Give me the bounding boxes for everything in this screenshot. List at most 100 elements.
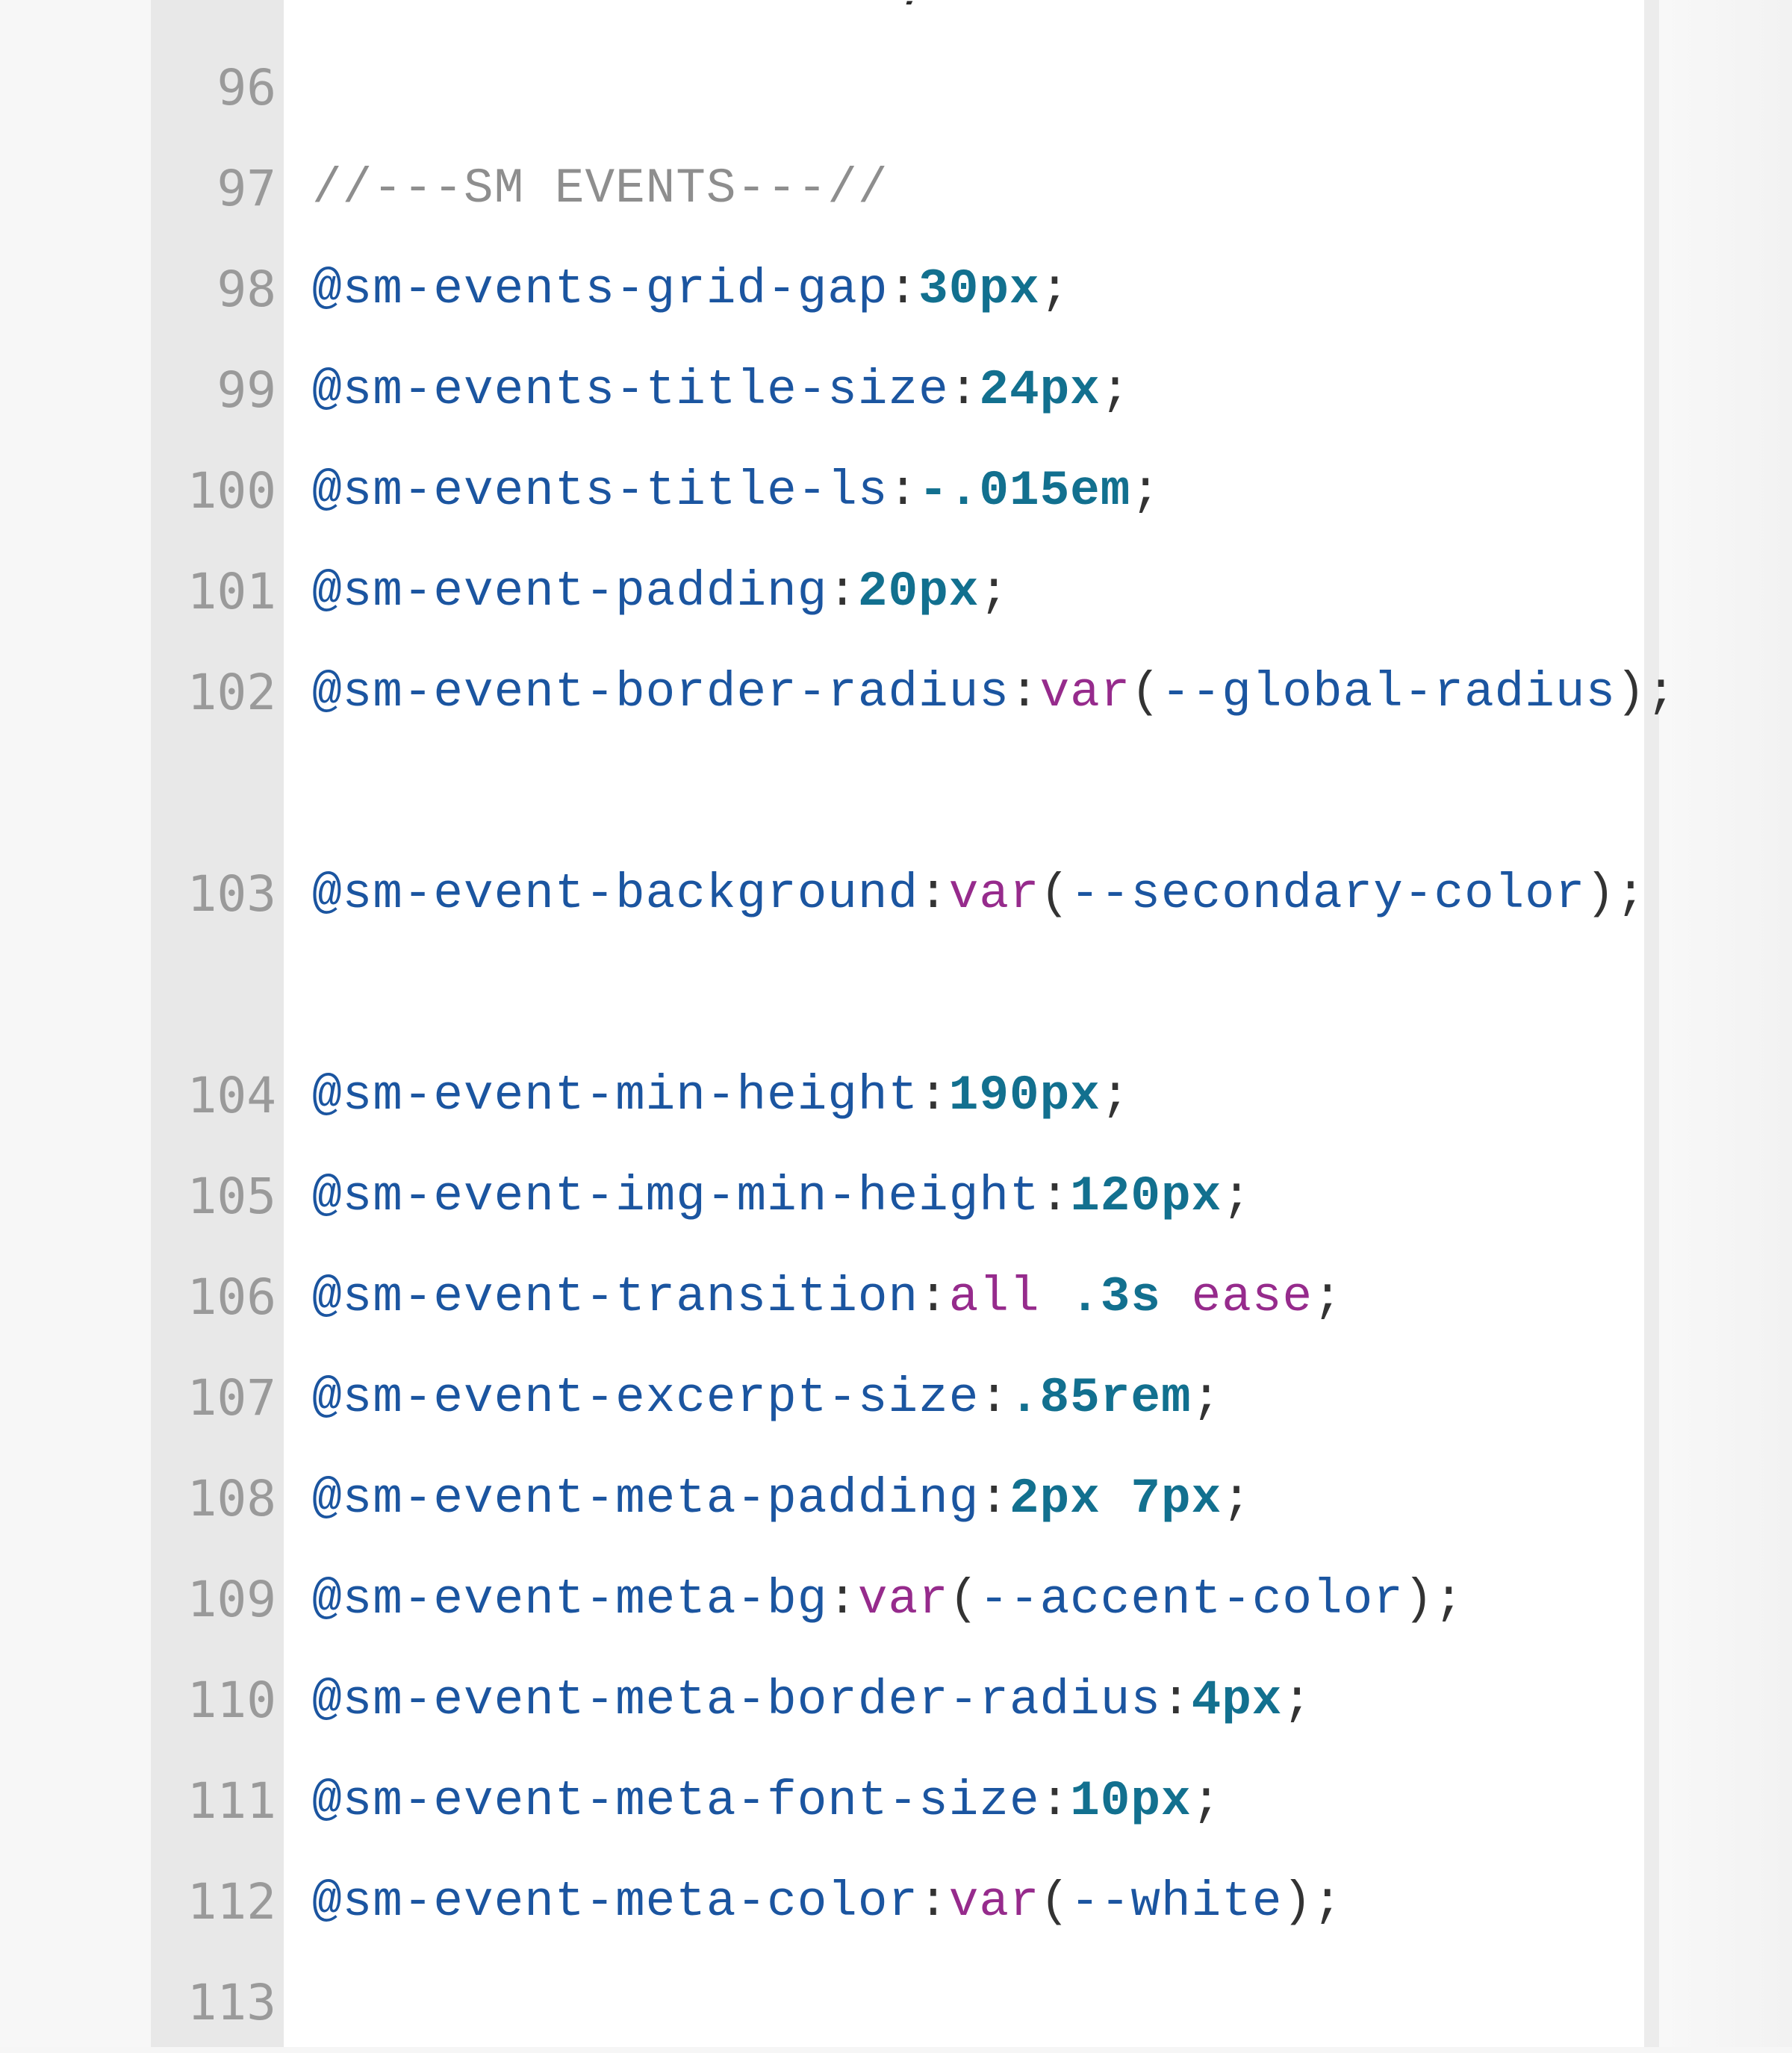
punctuation-token: ; <box>1100 1068 1131 1124</box>
code-line[interactable]: 109 @sm-event-meta-bg:var(--accent-color)… <box>151 1549 1644 1650</box>
code-lines: 96 97 //---SM EVENTS---// 98 @sm-events-grid… <box>151 37 1676 2053</box>
value-token: 120px <box>1070 1168 1222 1224</box>
punctuation-token: ; <box>1039 261 1071 317</box>
code-line[interactable]: 103 @sm-event-background:var(--secondary-… <box>151 844 1646 1045</box>
value-token: 2px 7px <box>1009 1471 1222 1527</box>
code-line[interactable]: 106 @sm-event-transition:all .3s ease; <box>151 1247 1644 1348</box>
code-line[interactable]: 113 <box>151 1952 1644 2053</box>
code-line[interactable]: 98 @sm-events-grid-gap:30px; <box>151 239 1644 340</box>
variable-token: @sm-event-excerpt-size <box>312 1370 980 1426</box>
punctuation-token: ; <box>1191 1370 1222 1426</box>
line-number: 97 <box>217 160 276 217</box>
line-number: 107 <box>187 1369 276 1427</box>
code-line[interactable]: 96 <box>151 37 1644 138</box>
punctuation-token: : <box>1160 1672 1192 1728</box>
keyword-token: var <box>948 866 1040 922</box>
code-line[interactable]: 110 @sm-event-meta-border-radius:4px; <box>151 1650 1644 1751</box>
variable-token: @sm-event-background <box>312 866 919 922</box>
code-line[interactable]: 99 @sm-events-title-size:24px; <box>151 340 1644 440</box>
line-text[interactable]: @sm-event-meta-border-radius:4px; <box>312 1650 1701 1751</box>
code-line[interactable]: 102 @sm-event-border-radius:var(--global-… <box>151 642 1676 844</box>
punctuation-token: : <box>1009 664 1040 720</box>
line-text[interactable]: @sm-events-grid-gap:30px; <box>312 239 1701 340</box>
variable-token: --global-radius <box>1161 664 1617 720</box>
punctuation-token: ; <box>1130 463 1161 519</box>
variable-token: @sm-event-border-radius <box>312 664 1009 720</box>
keyword-token: ease <box>1191 1269 1313 1325</box>
variable-token: @sm-event-img-min-height <box>312 1168 1040 1224</box>
line-text[interactable]: @sm-event-excerpt-size:.85rem; <box>312 1348 1701 1448</box>
code-line[interactable]: 108 @sm-event-meta-padding:2px 7px; <box>151 1448 1644 1549</box>
line-number: 108 <box>187 1470 276 1527</box>
line-number: 98 <box>217 261 276 318</box>
punctuation-token <box>1040 1269 1071 1325</box>
clipped-previous-line: ; <box>896 0 924 4</box>
line-text[interactable]: @sm-event-transition:all .3s ease; <box>312 1247 1701 1348</box>
value-token: 24px <box>979 362 1101 418</box>
punctuation-token: ); <box>1585 866 1646 922</box>
punctuation-token: ; <box>1222 1168 1252 1224</box>
code-line[interactable]: 100 @sm-events-title-ls:-.015em; <box>151 440 1644 541</box>
line-text[interactable]: @sm-event-meta-bg:var(--accent-color); <box>312 1549 1701 1650</box>
line-text[interactable]: @sm-events-title-ls:-.015em; <box>312 440 1701 541</box>
line-number: 101 <box>187 563 276 620</box>
line-text[interactable]: @sm-event-img-min-height:120px; <box>312 1146 1701 1247</box>
punctuation-token: ( <box>1039 866 1071 922</box>
variable-token: @sm-events-grid-gap <box>312 261 889 317</box>
variable-token: --accent-color <box>979 1571 1404 1627</box>
punctuation-token: : <box>918 1874 949 1930</box>
line-number: 112 <box>187 1873 276 1931</box>
variable-token: @sm-event-meta-font-size <box>312 1773 1040 1829</box>
line-text[interactable]: @sm-events-title-size:24px; <box>312 340 1701 440</box>
line-text[interactable]: @sm-event-background:var(--secondary-col… <box>312 844 1701 944</box>
line-text[interactable]: @sm-event-meta-padding:2px 7px; <box>312 1448 1701 1549</box>
code-line[interactable]: 97 //---SM EVENTS---// <box>151 138 1644 239</box>
variable-token: @sm-event-padding <box>312 564 828 620</box>
line-number: 100 <box>187 462 276 520</box>
code-line[interactable]: 101 @sm-event-padding:20px; <box>151 541 1644 642</box>
punctuation-token: : <box>918 1068 949 1124</box>
value-token: .3s <box>1070 1269 1162 1325</box>
line-text[interactable]: //---SM EVENTS---// <box>312 138 1701 239</box>
line-text[interactable]: @sm-event-border-radius:var(--global-rad… <box>312 642 1701 743</box>
line-text[interactable]: @sm-event-min-height:190px; <box>312 1045 1701 1146</box>
value-token: -.015em <box>918 463 1131 519</box>
punctuation-token: ( <box>1130 664 1161 720</box>
line-number: 102 <box>187 664 276 721</box>
line-text[interactable]: @sm-event-padding:20px; <box>312 541 1701 642</box>
punctuation-token: : <box>827 564 858 620</box>
punctuation-token: ); <box>1616 664 1677 720</box>
punctuation-token: ; <box>1282 1672 1313 1728</box>
line-text[interactable]: @sm-event-meta-font-size:10px; <box>312 1751 1701 1851</box>
code-line[interactable]: 105 @sm-event-img-min-height:120px; <box>151 1146 1644 1247</box>
punctuation-token: ; <box>1191 1773 1222 1829</box>
value-token: 10px <box>1070 1773 1192 1829</box>
value-token: 4px <box>1191 1672 1283 1728</box>
punctuation-token: : <box>1039 1168 1071 1224</box>
line-number: 96 <box>217 59 276 116</box>
punctuation-token: ; <box>1313 1269 1343 1325</box>
keyword-token: all <box>948 1269 1040 1325</box>
value-token: .85rem <box>1009 1370 1192 1426</box>
punctuation-token: ); <box>1403 1571 1465 1627</box>
line-number: 106 <box>187 1268 276 1326</box>
line-number: 103 <box>187 865 276 923</box>
punctuation-token: ; <box>1222 1471 1252 1527</box>
code-line[interactable]: 111 @sm-event-meta-font-size:10px; <box>151 1751 1644 1851</box>
line-text[interactable]: @sm-event-meta-color:var(--white); <box>312 1851 1701 1952</box>
code-line[interactable]: 104 @sm-event-min-height:190px; <box>151 1045 1644 1146</box>
page-background-left <box>0 0 151 2047</box>
keyword-token: var <box>857 1571 949 1627</box>
variable-token: @sm-events-title-size <box>312 362 949 418</box>
code-line[interactable]: 107 @sm-event-excerpt-size:.85rem; <box>151 1348 1644 1448</box>
punctuation-token <box>1161 1269 1192 1325</box>
value-token: 20px <box>857 564 980 620</box>
code-line[interactable]: 112 @sm-event-meta-color:var(--white); <box>151 1851 1644 1952</box>
variable-token: --white <box>1070 1874 1283 1930</box>
punctuation-token: ; <box>1100 362 1131 418</box>
variable-token: @sm-event-meta-padding <box>312 1471 980 1527</box>
line-number: 104 <box>187 1067 276 1124</box>
punctuation-token: : <box>948 362 980 418</box>
value-token: 30px <box>918 261 1040 317</box>
line-number: 109 <box>187 1571 276 1628</box>
